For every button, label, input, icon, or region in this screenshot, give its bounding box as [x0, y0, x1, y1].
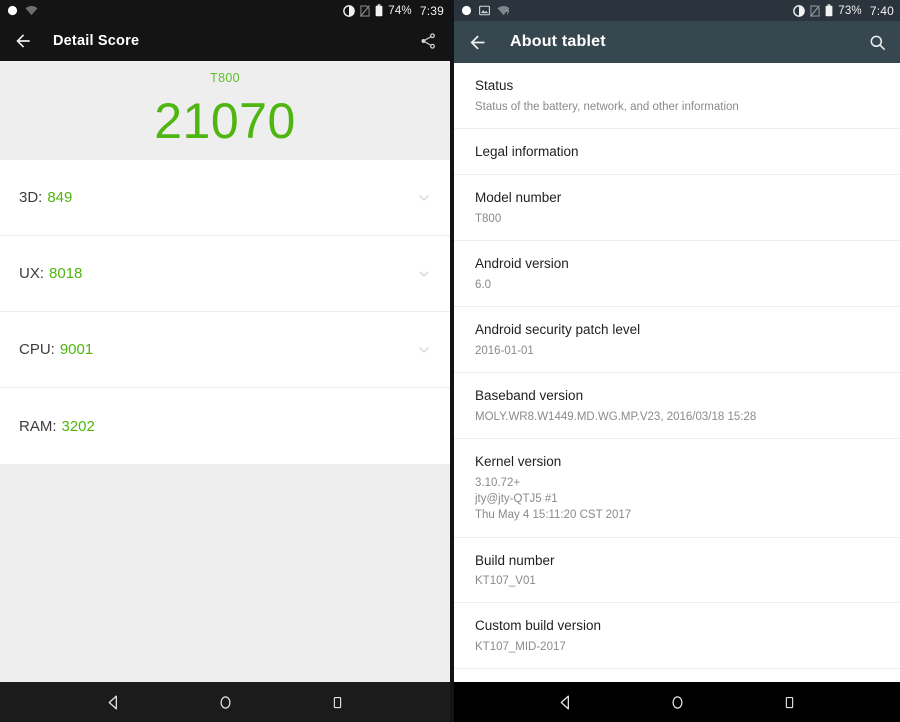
search-icon[interactable]	[868, 33, 887, 52]
settings-row-title: Build number	[475, 552, 555, 568]
navigation-bar-left	[0, 682, 450, 722]
status-bar-right-icons: 74% 7:39	[343, 4, 444, 18]
score-value: 3202	[61, 417, 95, 435]
left-panel-detail-score: 74% 7:39 Detail Score T800 21070 3D: 849…	[0, 0, 450, 722]
score-label: RAM:	[19, 417, 57, 435]
score-value: 9001	[59, 341, 94, 358]
settings-row-title: Baseband version	[475, 388, 584, 404]
detail-score-body: T800 21070 3D: 849 UX: 8018 CPU: 9001 RA…	[0, 61, 450, 682]
score-row-3d[interactable]: 3D: 849	[0, 160, 450, 236]
settings-row-build-number[interactable]: Build number KT107_V01	[454, 538, 900, 604]
action-bar-about-tablet: About tablet	[454, 21, 900, 63]
settings-row-subtitle: 6.0	[475, 278, 491, 291]
chevron-down-icon[interactable]	[416, 190, 432, 206]
settings-row-title: Kernel version	[475, 454, 562, 470]
status-bar-left-icons: ?	[461, 5, 510, 16]
navigation-bar-right	[454, 682, 900, 722]
status-bar-left: 74% 7:39	[0, 0, 450, 21]
battery-icon	[375, 4, 383, 17]
settings-row-subtitle: Status of the battery, network, and othe…	[475, 100, 739, 113]
status-bar-left-icons	[7, 5, 38, 16]
settings-row-android-security-patch-level[interactable]: Android security patch level 2016-01-01	[454, 307, 900, 374]
arrow-back-icon[interactable]	[13, 31, 33, 51]
settings-row-subtitle: 3.10.72+ jty@jty-QTJ5 #1 Thu May 4 15:11…	[475, 476, 632, 522]
settings-row-subtitle: 2016-01-01	[475, 344, 534, 357]
score-breakdown-list: 3D: 849 UX: 8018 CPU: 9001 RAM: 3202	[0, 160, 450, 464]
home-nav-icon[interactable]	[208, 685, 242, 719]
page-title: Detail Score	[53, 33, 140, 49]
total-score-value: 21070	[154, 93, 296, 149]
wifi-weak-icon	[25, 5, 38, 16]
recents-nav-icon[interactable]	[320, 685, 354, 719]
score-hero: T800 21070	[0, 61, 450, 160]
settings-row-baseband-version[interactable]: Baseband version MOLY.WR8.W1449.MD.WG.MP…	[454, 373, 900, 440]
settings-row-status[interactable]: Status Status of the battery, network, a…	[454, 63, 900, 129]
settings-row-title: Legal information	[475, 143, 579, 159]
screenshot-icon	[479, 5, 490, 16]
recents-nav-icon[interactable]	[772, 685, 806, 719]
settings-row-title: Status	[475, 78, 514, 93]
battery-percentage: 74%	[388, 4, 412, 17]
status-bar-right-panel: ? 73% 7:40	[454, 0, 900, 21]
score-value: 8018	[49, 265, 83, 282]
score-label: UX:	[19, 265, 45, 282]
battery-percentage: 73%	[838, 4, 862, 17]
chevron-down-icon[interactable]	[416, 342, 432, 358]
dual-screenshot-comparison: 74% 7:39 Detail Score T800 21070 3D: 849…	[0, 0, 900, 722]
settings-row-title: Android security patch level	[475, 322, 641, 338]
settings-row-custom-build-version[interactable]: Custom build version KT107_MID-2017	[454, 603, 900, 670]
settings-row-model-number[interactable]: Model number T800	[454, 175, 900, 242]
score-row-cpu[interactable]: CPU: 9001	[0, 312, 450, 388]
settings-row-android-version[interactable]: Android version 6.0	[454, 241, 900, 308]
sim-card-off-icon	[810, 4, 821, 17]
battery-icon	[825, 4, 833, 17]
circle-notification-icon	[7, 5, 18, 16]
circle-notification-icon	[461, 5, 472, 16]
page-title: About tablet	[510, 33, 606, 50]
back-nav-icon[interactable]	[96, 685, 130, 719]
back-nav-icon[interactable]	[548, 685, 582, 719]
settings-row-legal-information[interactable]: Legal information	[454, 129, 900, 176]
svg-text:?: ?	[506, 10, 510, 16]
share-icon[interactable]	[419, 32, 437, 50]
right-panel-about-tablet: ? 73% 7:40 About tablet Status Status of…	[450, 0, 900, 722]
score-row-ram[interactable]: RAM: 3202	[0, 388, 450, 464]
score-label: 3D:	[19, 189, 43, 206]
score-value: 849	[47, 189, 73, 206]
action-bar-detail-score: Detail Score	[0, 21, 450, 61]
settings-row-subtitle: KT107_V01	[475, 575, 536, 588]
arrow-back-icon[interactable]	[467, 32, 488, 53]
settings-row-title: Custom build version	[475, 618, 602, 634]
settings-row-subtitle: MOLY.WR8.W1449.MD.WG.MP.V23, 2016/03/18 …	[475, 410, 757, 423]
sim-card-off-icon	[360, 4, 371, 17]
settings-row-subtitle: T800	[475, 213, 502, 226]
status-bar-right-icons: 73% 7:40	[793, 4, 894, 18]
brightness-contrast-icon	[793, 4, 806, 17]
clock: 7:40	[869, 3, 894, 18]
score-row-ux[interactable]: UX: 8018	[0, 236, 450, 312]
wifi-question-icon: ?	[497, 5, 510, 16]
settings-row-title: Model number	[475, 190, 562, 206]
brightness-contrast-icon	[343, 4, 356, 17]
settings-row-title: Android version	[475, 256, 569, 272]
home-nav-icon[interactable]	[660, 685, 694, 719]
about-tablet-list: Status Status of the battery, network, a…	[454, 63, 900, 682]
clock: 7:39	[419, 3, 444, 18]
device-model-label: T800	[210, 71, 240, 85]
chevron-down-icon[interactable]	[416, 266, 432, 282]
score-label: CPU:	[19, 341, 55, 358]
settings-row-kernel-version[interactable]: Kernel version 3.10.72+ jty@jty-QTJ5 #1 …	[454, 439, 900, 538]
settings-row-subtitle: KT107_MID-2017	[475, 641, 566, 654]
